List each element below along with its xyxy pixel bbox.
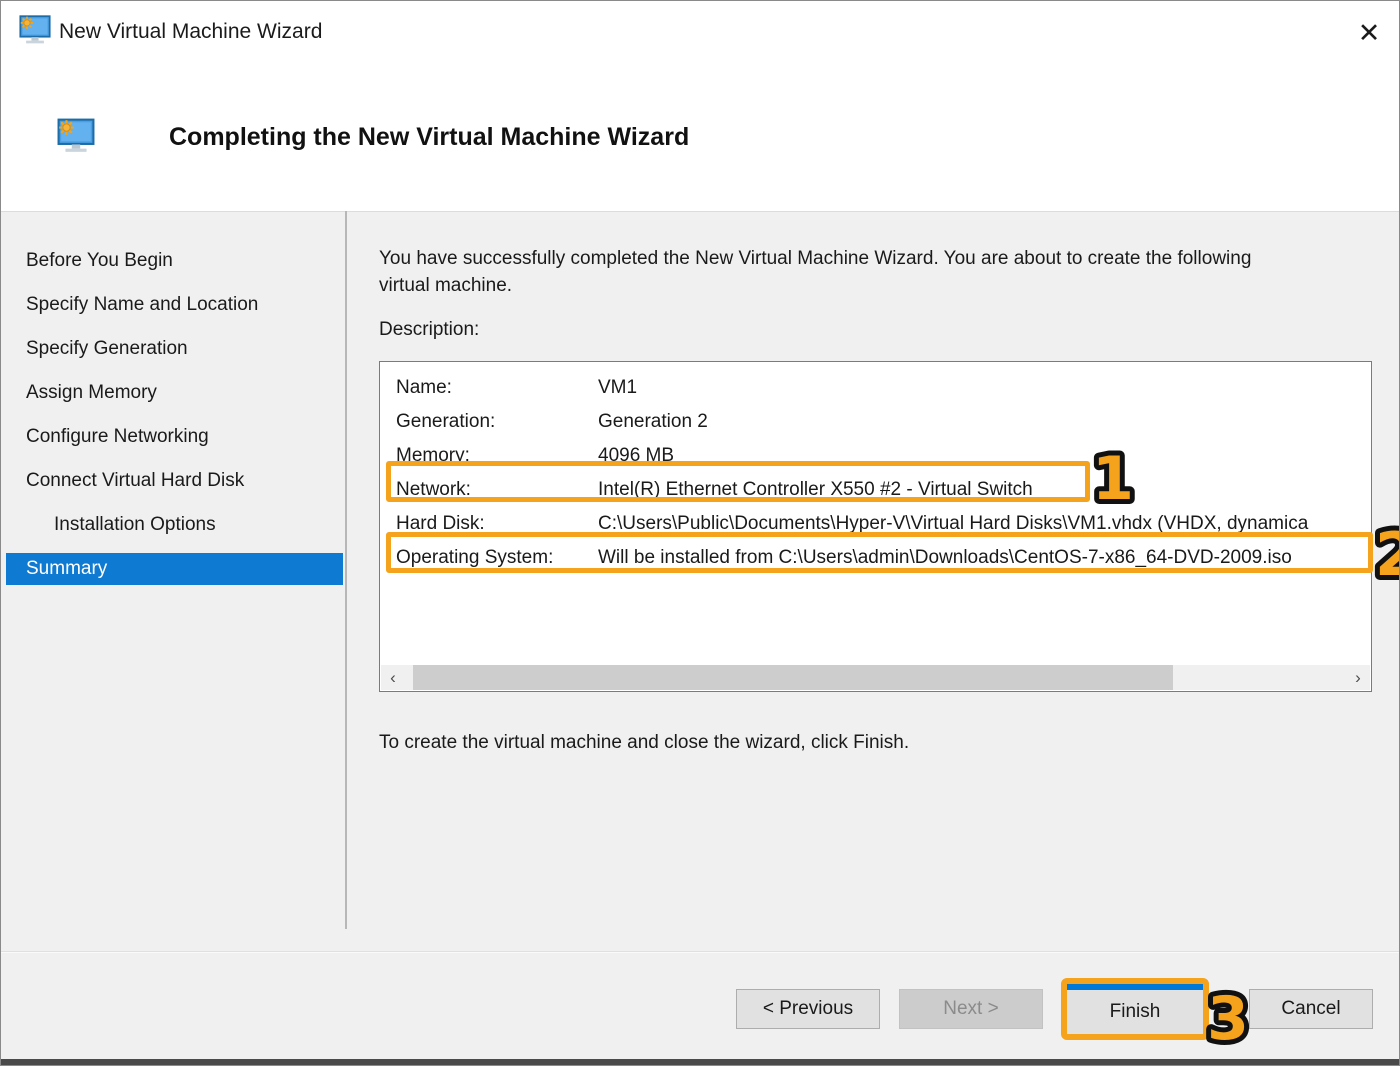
scroll-left-icon[interactable]: ‹	[381, 665, 405, 690]
horizontal-scrollbar[interactable]: ‹ ›	[381, 665, 1370, 690]
row-value: Generation 2	[598, 411, 708, 433]
title-bar: New Virtual Machine Wizard ✕	[1, 1, 1399, 67]
summary-row-generation: Generation: Generation 2	[380, 405, 1371, 439]
row-label: Memory:	[396, 445, 598, 467]
vm-wizard-icon	[19, 14, 51, 46]
previous-button[interactable]: < Previous	[736, 989, 880, 1029]
scrollbar-track[interactable]	[405, 665, 1346, 690]
close-icon[interactable]: ✕	[1345, 11, 1393, 55]
summary-row-operating-system: Operating System: Will be installed from…	[380, 541, 1371, 575]
wizard-window: New Virtual Machine Wizard ✕ Completing …	[0, 0, 1400, 1066]
finish-instruction-text: To create the virtual machine and close …	[379, 732, 909, 754]
sidebar-item-specify-generation[interactable]: Specify Generation	[1, 327, 346, 371]
row-value: 4096 MB	[598, 445, 674, 467]
next-button-disabled[interactable]: Next >	[899, 989, 1043, 1029]
footer-divider	[1, 951, 1399, 953]
row-label: Network:	[396, 479, 598, 501]
sidebar-item-connect-virtual-hard-disk[interactable]: Connect Virtual Hard Disk	[1, 459, 346, 503]
summary-row-hard-disk: Hard Disk: C:\Users\Public\Documents\Hyp…	[380, 507, 1371, 541]
sidebar-item-installation-options[interactable]: Installation Options	[1, 503, 346, 547]
sidebar-item-configure-networking[interactable]: Configure Networking	[1, 415, 346, 459]
summary-row-name: Name: VM1	[380, 371, 1371, 405]
scroll-right-icon[interactable]: ›	[1346, 665, 1370, 690]
scrollbar-thumb[interactable]	[413, 665, 1173, 690]
intro-text: You have successfully completed the New …	[379, 245, 1284, 299]
row-label: Generation:	[396, 411, 598, 433]
row-label: Operating System:	[396, 547, 598, 569]
sidebar-item-before-you-begin[interactable]: Before You Begin	[1, 239, 346, 283]
row-label: Name:	[396, 377, 598, 399]
summary-rows: Name: VM1 Generation: Generation 2 Memor…	[380, 371, 1371, 575]
window-title: New Virtual Machine Wizard	[59, 20, 322, 44]
cancel-button[interactable]: Cancel	[1249, 989, 1373, 1029]
vm-page-icon	[57, 118, 95, 154]
summary-row-network: Network: Intel(R) Ethernet Controller X5…	[380, 473, 1371, 507]
window-bottom-edge	[1, 1059, 1399, 1065]
page-title: Completing the New Virtual Machine Wizar…	[169, 123, 689, 152]
sidebar-item-summary[interactable]: Summary	[6, 553, 343, 585]
wizard-steps-sidebar: Before You Begin Specify Name and Locati…	[1, 239, 346, 591]
vm-summary-box: Name: VM1 Generation: Generation 2 Memor…	[379, 361, 1372, 692]
summary-row-memory: Memory: 4096 MB	[380, 439, 1371, 473]
sidebar-item-assign-memory[interactable]: Assign Memory	[1, 371, 346, 415]
description-label: Description:	[379, 319, 479, 341]
sidebar-item-specify-name-location[interactable]: Specify Name and Location	[1, 283, 346, 327]
row-value: Intel(R) Ethernet Controller X550 #2 - V…	[598, 479, 1033, 501]
row-value: Will be installed from C:\Users\admin\Do…	[598, 547, 1292, 569]
row-label: Hard Disk:	[396, 513, 598, 535]
row-value: VM1	[598, 377, 637, 399]
row-value: C:\Users\Public\Documents\Hyper-V\Virtua…	[598, 513, 1308, 535]
